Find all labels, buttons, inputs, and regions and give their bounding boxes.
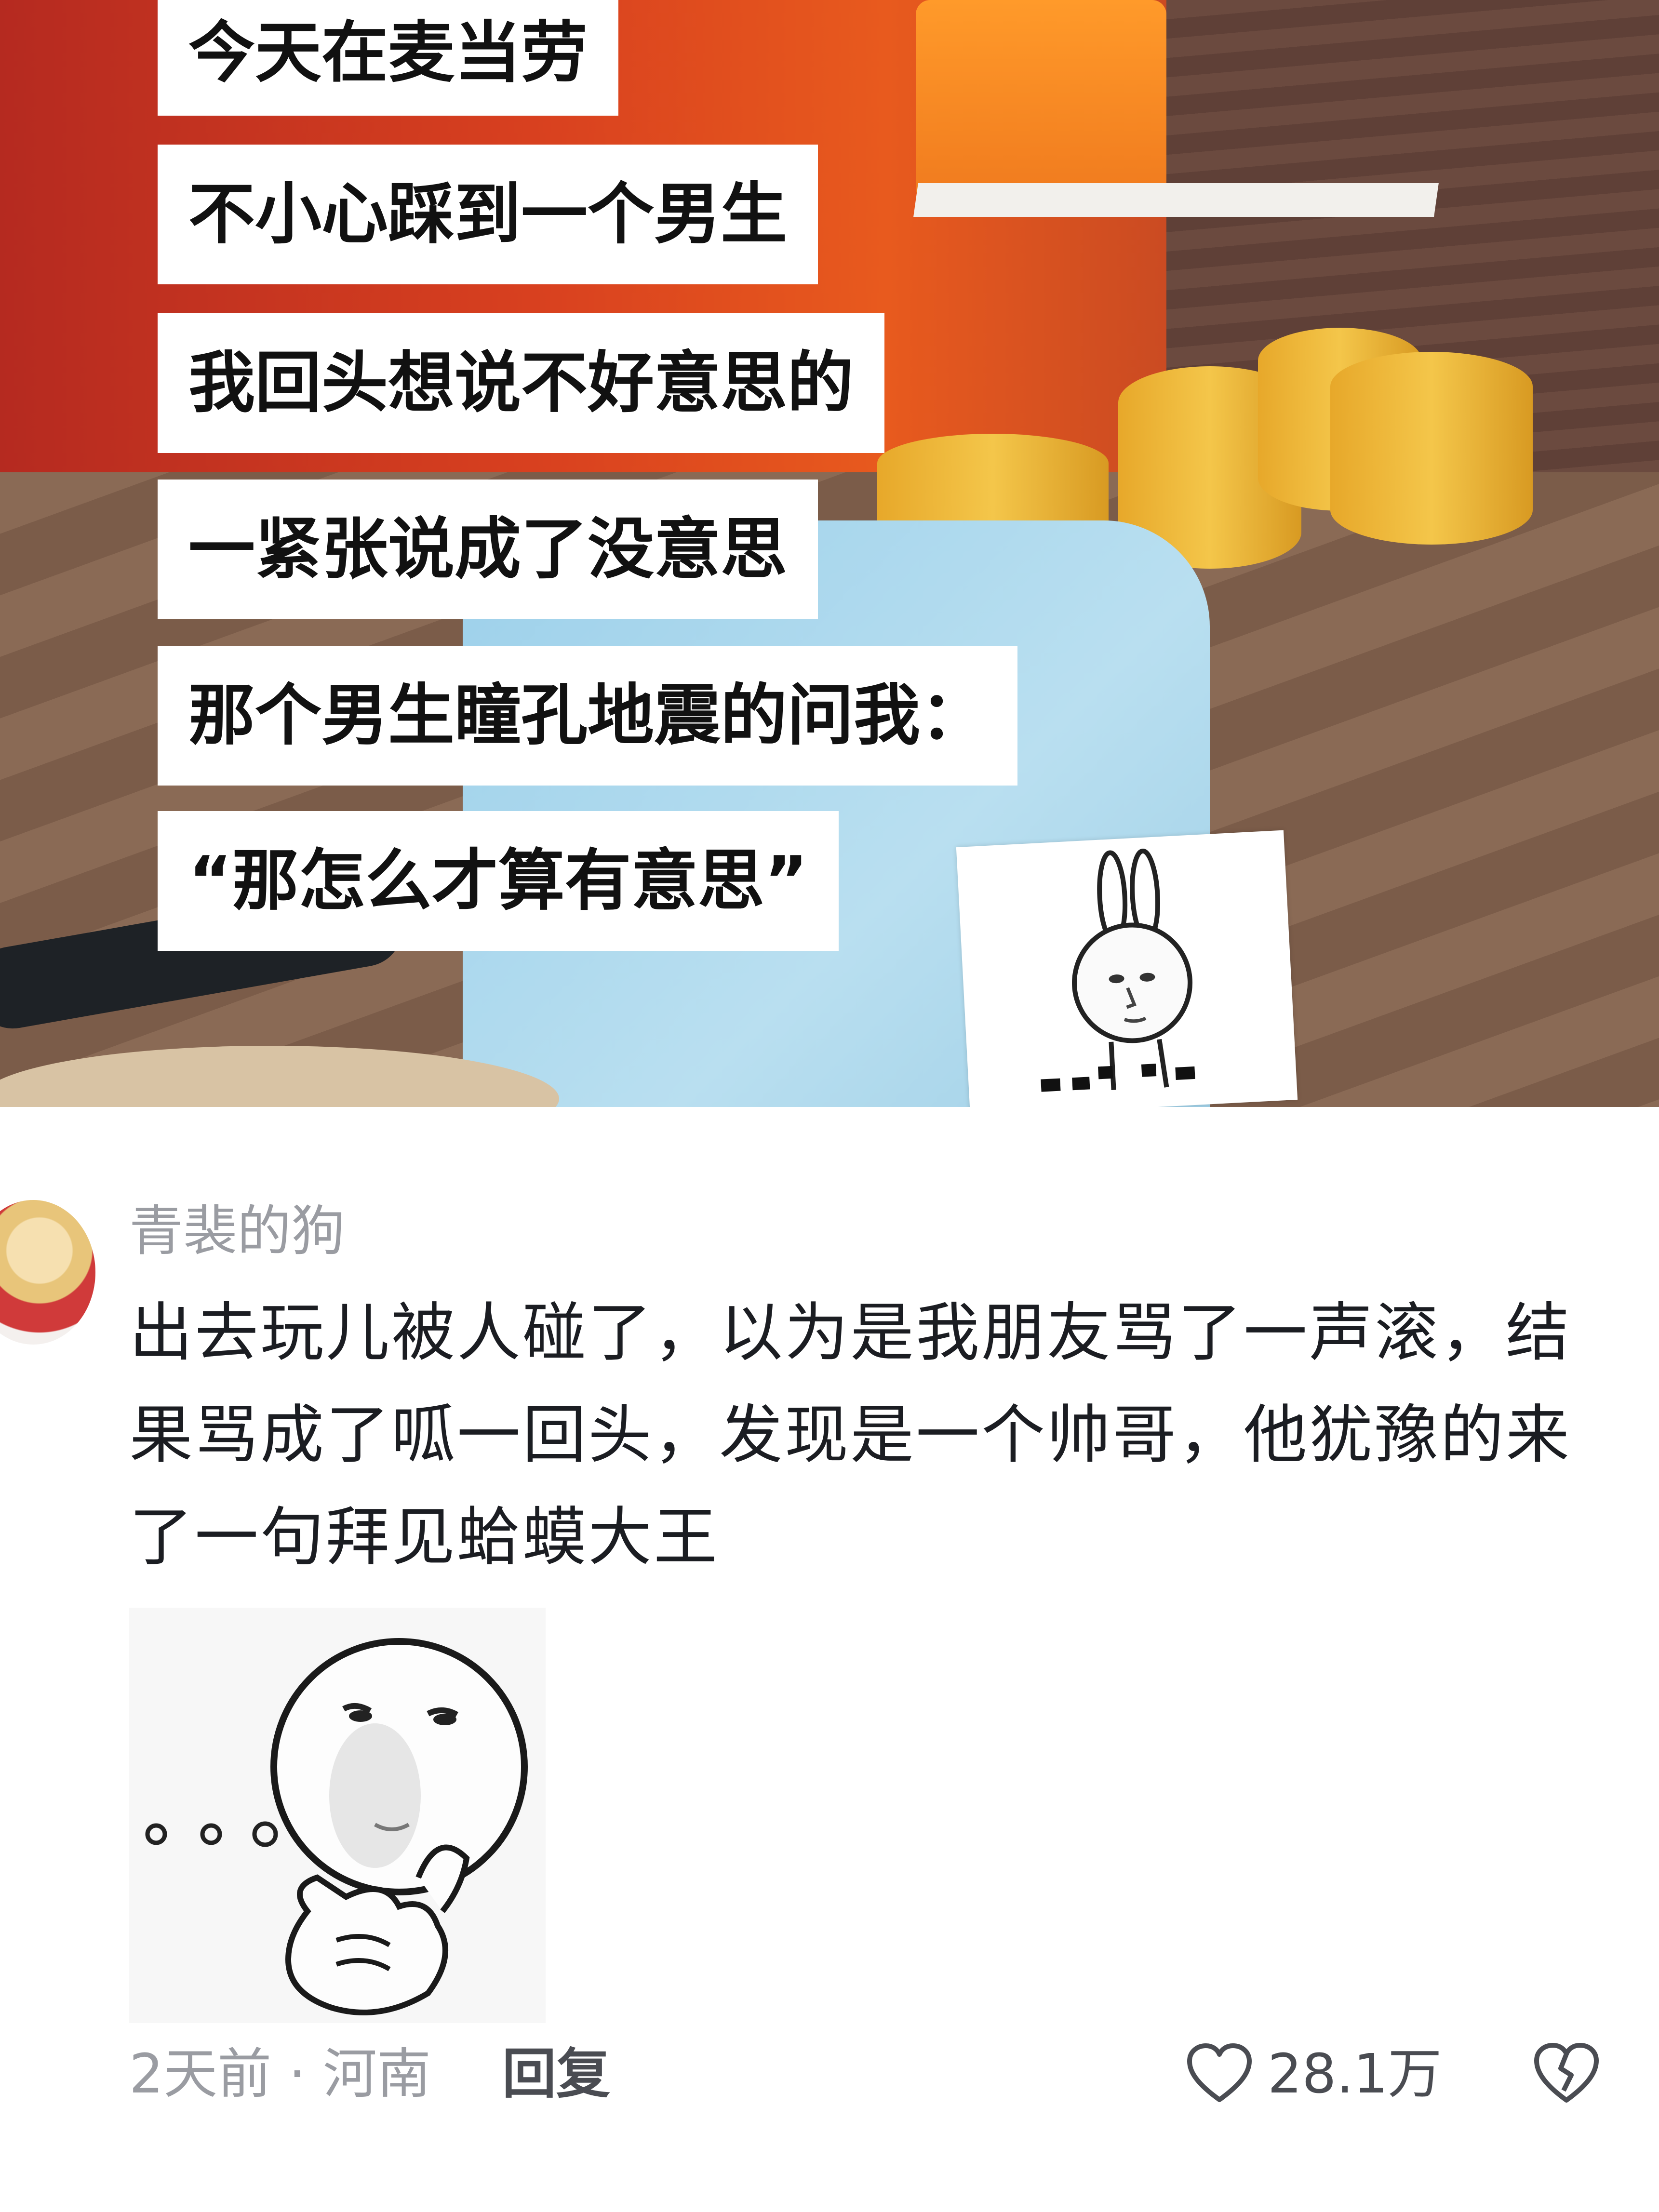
background-counter (913, 183, 1439, 217)
background-orange-panel (916, 0, 1166, 202)
avatar[interactable] (0, 1200, 95, 1345)
rabbit-face-sticker (956, 830, 1298, 1107)
caption-line: “那怎么才算有意思” (158, 811, 839, 951)
background-stool (1330, 352, 1533, 545)
caption-line: 一紧张说成了没意思 (158, 480, 818, 619)
broken-heart-icon (1534, 2043, 1599, 2103)
caption-line: 我回头想说不好意思的 (158, 313, 885, 453)
heart-outline-icon (1187, 2043, 1252, 2102)
reply-button[interactable]: 回复 (502, 2036, 610, 2113)
dislike-button[interactable] (1533, 2040, 1600, 2108)
like-count: 28.1万 (1268, 2043, 1442, 2105)
caption-line: 那个男生瞳孔地震的问我： (158, 646, 1018, 786)
caption-line: 今天在麦当劳 (158, 0, 619, 116)
comment-time-location: 2天前 · 河南 (129, 2043, 431, 2105)
video-frame[interactable]: 今天在麦当劳 不小心踩到一个男生 我回头想说不好意思的 一紧张说成了没意思 那个… (0, 0, 1659, 1107)
like-button[interactable]: 28.1万 (1186, 2036, 1442, 2113)
caption-line: 不小心踩到一个男生 (158, 145, 818, 284)
comment-username[interactable]: 青裴的狗 (129, 1195, 345, 1267)
thinking-face-meme[interactable] (129, 1608, 546, 2023)
comment-text: 出去玩儿被人碰了，以为是我朋友骂了一声滚，结果骂成了呱一回头，发现是一个帅哥，他… (129, 1296, 1571, 1574)
